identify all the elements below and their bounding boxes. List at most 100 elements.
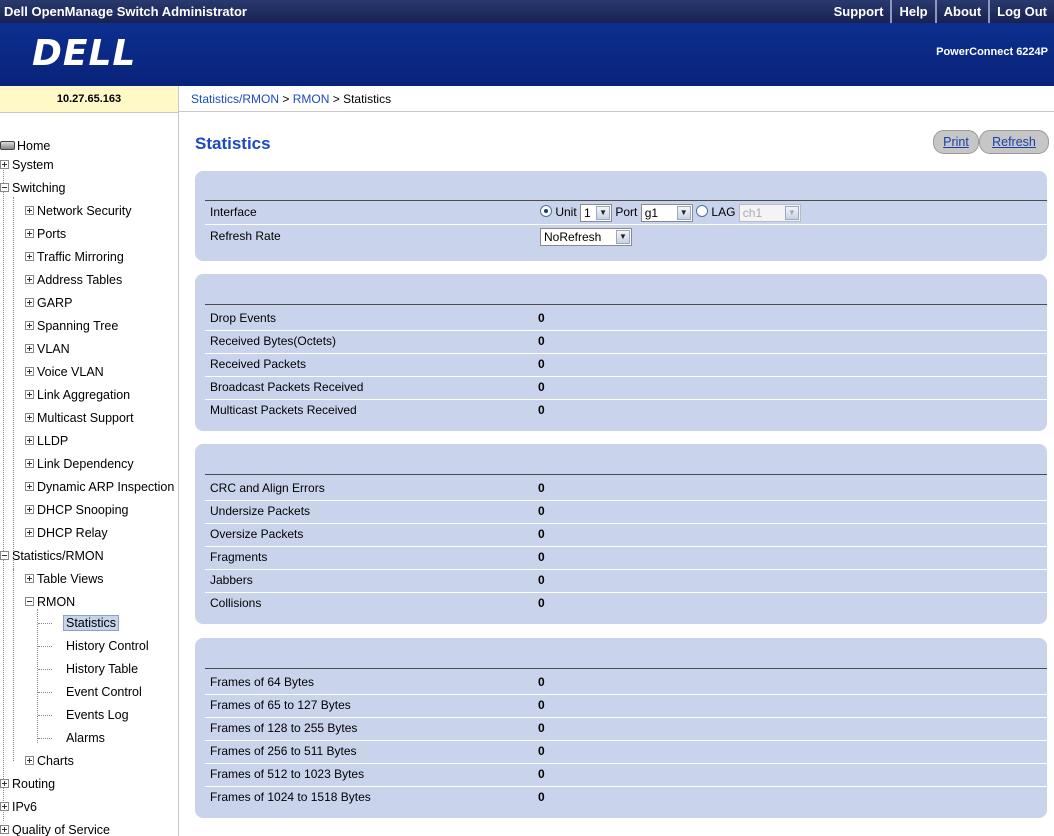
sidebar-item-statistics[interactable]: Statistics xyxy=(63,614,120,633)
home-icon xyxy=(0,141,15,150)
sidebar-item-dynamic-arp-inspection[interactable]: Dynamic ARP Inspection xyxy=(25,478,174,497)
print-button[interactable]: Print xyxy=(933,130,979,154)
collapse-icon[interactable] xyxy=(25,597,34,606)
sidebar-item-address-tables[interactable]: Address Tables xyxy=(25,271,122,290)
collapse-icon[interactable] xyxy=(0,183,9,192)
expand-icon[interactable] xyxy=(25,459,34,468)
expand-icon[interactable] xyxy=(0,802,9,811)
refresh-rate-label: Refresh Rate xyxy=(210,229,281,243)
sidebar-item-history-table[interactable]: History Table xyxy=(66,660,138,679)
sidebar-item-home[interactable]: Home xyxy=(0,137,50,156)
logout-link[interactable]: Log Out xyxy=(988,0,1054,23)
tree-line xyxy=(3,161,4,821)
sidebar-item-lldp[interactable]: LLDP xyxy=(25,432,68,451)
about-link[interactable]: About xyxy=(934,0,989,23)
table-row: Frames of 256 to 511 Bytes 0 xyxy=(205,740,1047,764)
sidebar-item-ipv6[interactable]: IPv6 xyxy=(0,798,37,817)
sidebar-item-ports[interactable]: Ports xyxy=(25,225,66,244)
dell-logo: DELL xyxy=(32,33,137,74)
refresh-rate-select[interactable]: NoRefresh ▼ xyxy=(540,227,632,246)
expand-icon[interactable] xyxy=(0,779,9,788)
sidebar-item-link-dependency[interactable]: Link Dependency xyxy=(25,455,134,474)
collapse-icon[interactable] xyxy=(0,551,9,560)
sidebar-item-events-log[interactable]: Events Log xyxy=(66,706,129,725)
table-row: Oversize Packets 0 xyxy=(205,523,1047,547)
app-title: Dell OpenManage Switch Administrator xyxy=(4,4,247,19)
expand-icon[interactable] xyxy=(25,275,34,284)
refresh-button[interactable]: Refresh xyxy=(979,130,1049,154)
table-row: Frames of 1024 to 1518 Bytes 0 xyxy=(210,790,545,804)
sidebar-item-charts[interactable]: Charts xyxy=(25,752,74,771)
expand-icon[interactable] xyxy=(0,160,9,169)
port-select[interactable]: g1 ▼ xyxy=(640,203,693,222)
device-ip: 10.27.65.163 xyxy=(0,86,179,113)
expand-icon[interactable] xyxy=(25,482,34,491)
sidebar-item-vlan[interactable]: VLAN xyxy=(25,340,70,359)
expand-icon[interactable] xyxy=(25,206,34,215)
expand-icon[interactable] xyxy=(25,252,34,261)
refresh-rate-control: NoRefresh ▼ xyxy=(540,225,632,248)
sidebar-item-rmon[interactable]: RMON xyxy=(25,593,75,612)
expand-icon[interactable] xyxy=(25,756,34,765)
expand-icon[interactable] xyxy=(25,528,34,537)
sidebar-item-alarms[interactable]: Alarms xyxy=(66,729,105,748)
sidebar-item-quality-of-service[interactable]: Quality of Service xyxy=(0,821,110,836)
frame-size-stats-panel: Frames of 64 Bytes 0 Frames of 65 to 127 … xyxy=(195,638,1047,818)
table-row: Multicast Packets Received 0 xyxy=(210,403,545,417)
sidebar-item-routing[interactable]: Routing xyxy=(0,775,55,794)
page-title: Statistics xyxy=(195,134,271,153)
expand-icon[interactable] xyxy=(25,344,34,353)
product-name: PowerConnect 6224P xyxy=(936,46,1048,58)
breadcrumb-rmon[interactable]: RMON xyxy=(293,92,330,106)
top-links: Support Help About Log Out xyxy=(827,0,1054,23)
interface-table: Interface Unit 1 ▼ Port g1 ▼ LAG ch1 ▼ Refr… xyxy=(205,200,1047,259)
chevron-down-icon: ▼ xyxy=(784,205,799,220)
sidebar-item-system[interactable]: System xyxy=(0,156,54,175)
expand-icon[interactable] xyxy=(25,436,34,445)
sidebar-item-event-control[interactable]: Event Control xyxy=(66,683,142,702)
unit-radio[interactable] xyxy=(540,205,552,217)
expand-icon[interactable] xyxy=(25,390,34,399)
sidebar-item-statistics-rmon[interactable]: Statistics/RMON xyxy=(0,547,104,566)
sidebar-item-dhcp-snooping[interactable]: DHCP Snooping xyxy=(25,501,129,520)
sidebar-item-history-control[interactable]: History Control xyxy=(66,637,149,656)
expand-icon[interactable] xyxy=(25,298,34,307)
expand-icon[interactable] xyxy=(25,367,34,376)
unit-select[interactable]: 1 ▼ xyxy=(580,203,613,222)
sidebar-item-link-aggregation[interactable]: Link Aggregation xyxy=(25,386,130,405)
table-row: Received Packets 0 xyxy=(205,353,1047,377)
sidebar-item-voice-vlan[interactable]: Voice VLAN xyxy=(25,363,104,382)
expand-icon[interactable] xyxy=(25,229,34,238)
table-row: Collisions 0 xyxy=(210,596,545,610)
table-row: Received Bytes(Octets) 0 xyxy=(205,330,1047,354)
expand-icon[interactable] xyxy=(0,825,9,834)
sidebar-item-switching[interactable]: Switching xyxy=(0,179,66,198)
support-link[interactable]: Support xyxy=(827,0,891,23)
table-row: Drop Events 0 xyxy=(205,307,1047,331)
breadcrumb-statistics-rmon[interactable]: Statistics/RMON xyxy=(191,92,279,106)
expand-icon[interactable] xyxy=(25,321,34,330)
lag-label: LAG xyxy=(711,205,736,219)
expand-icon[interactable] xyxy=(25,413,34,422)
port-label: Port xyxy=(615,205,638,219)
tree-line xyxy=(13,197,14,569)
table-row: Fragments 0 xyxy=(205,546,1047,570)
expand-icon[interactable] xyxy=(25,505,34,514)
sidebar-item-traffic-mirroring[interactable]: Traffic Mirroring xyxy=(25,248,124,267)
sidebar-item-garp[interactable]: GARP xyxy=(25,294,72,313)
sidebar-item-table-views[interactable]: Table Views xyxy=(25,570,103,589)
table-row: Jabbers 0 xyxy=(205,569,1047,593)
tree-line xyxy=(13,569,14,761)
help-link[interactable]: Help xyxy=(890,0,934,23)
tree-line xyxy=(38,623,52,624)
sidebar-item-multicast-support[interactable]: Multicast Support xyxy=(25,409,134,428)
lag-select[interactable]: ch1 ▼ xyxy=(738,203,801,222)
expand-icon[interactable] xyxy=(25,574,34,583)
interface-controls: Unit 1 ▼ Port g1 ▼ LAG ch1 ▼ xyxy=(540,201,801,224)
lag-radio[interactable] xyxy=(696,205,709,217)
sidebar-item-dhcp-relay[interactable]: DHCP Relay xyxy=(25,524,108,543)
sidebar-item-network-security[interactable]: Network Security xyxy=(25,202,131,221)
tree-line xyxy=(37,609,38,743)
tree-line xyxy=(38,715,52,716)
sidebar-item-spanning-tree[interactable]: Spanning Tree xyxy=(25,317,118,336)
